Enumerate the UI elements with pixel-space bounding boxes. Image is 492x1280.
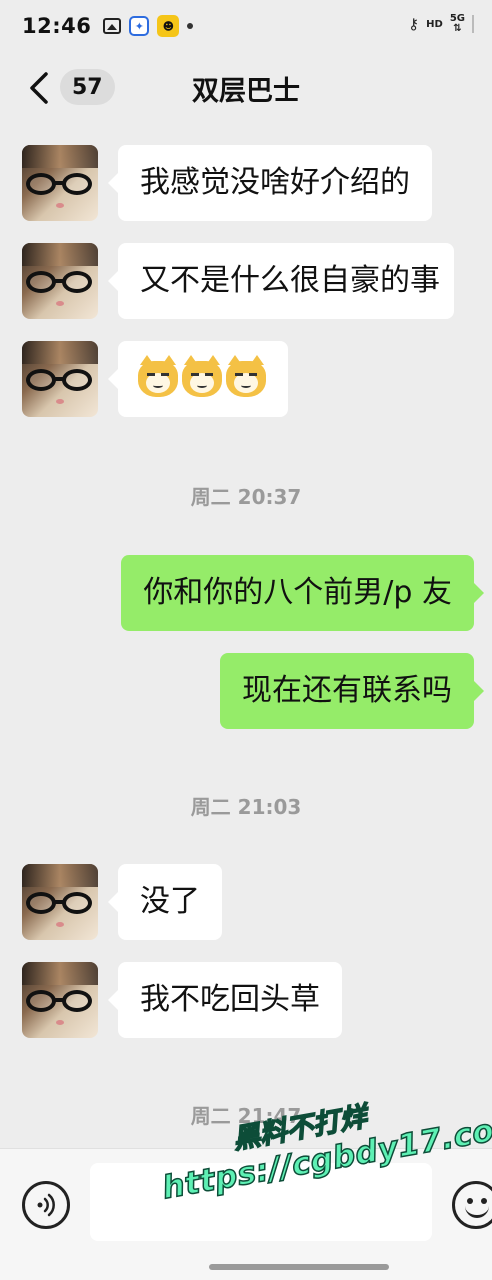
5g-icon: 5G ⇅ [450,14,465,34]
smiley-eye [481,1198,487,1204]
dot-icon [187,23,194,29]
hd-icon: HD [426,18,443,30]
gallery-icon [103,18,122,34]
smiley-mouth [465,1206,489,1218]
back-button[interactable] [28,72,52,104]
doge-emoji-icon [226,355,266,397]
smiley-eye [467,1198,473,1204]
message-bubble-incoming[interactable]: 我感觉没啥好介绍的 [108,145,432,221]
message-bubble-incoming[interactable]: 我不吃回头草 [108,962,342,1038]
chevron-left-icon [30,72,48,104]
message-bubble-outgoing[interactable]: 现在还有联系吗 [220,653,484,729]
status-time: 12:46 [22,14,92,38]
doge-emoji-icon [138,355,178,397]
signal-icon [472,15,478,33]
status-right-icons: ⚷ HD 5G ⇅ [408,14,478,34]
key-icon: ⚷ [408,15,420,33]
message-timestamp: 周二 20:37 [190,485,302,509]
doge-emoji-icon [182,355,222,397]
contact-avatar[interactable] [22,145,98,221]
contact-avatar[interactable] [22,864,98,940]
message-input[interactable] [90,1163,432,1241]
emoji-button[interactable] [452,1181,492,1229]
paw-icon: ✦ [129,16,150,36]
status-bar: 12:46 ✦ ☻ ⚷ HD 5G ⇅ [0,0,492,52]
message-bubble-incoming[interactable]: 没了 [108,864,222,940]
message-timestamp: 周二 21:47 [190,1104,302,1128]
message-timestamp: 周二 21:03 [190,795,302,819]
message-bubble-incoming[interactable]: 又不是什么很自豪的事 [108,243,454,319]
home-indicator[interactable] [209,1264,389,1270]
unread-count-badge[interactable]: 57 [60,69,115,105]
contact-avatar[interactable] [22,243,98,319]
voice-button[interactable] [22,1181,70,1229]
voice-icon [37,1193,55,1217]
data-arrows-icon: ⇅ [453,23,462,34]
app-icon: ☻ [157,15,180,37]
contact-avatar[interactable] [22,341,98,417]
chat-header: 57 双层巴士 [0,58,492,118]
contact-avatar[interactable] [22,962,98,1038]
message-bubble-outgoing[interactable]: 你和你的八个前男/p 友 [121,555,484,631]
status-left-icons: ✦ ☻ [103,15,194,37]
chat-title: 双层巴士 [192,75,300,107]
chat-input-bar [0,1148,492,1280]
message-bubble-emoji[interactable] [108,341,288,417]
